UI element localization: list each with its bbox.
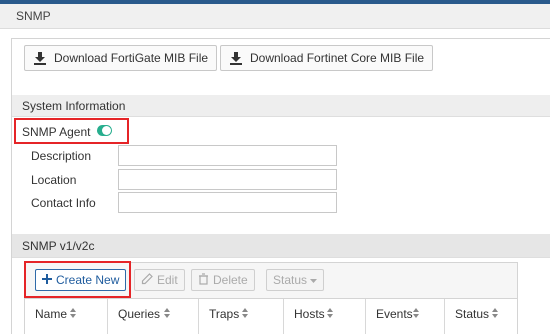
create-new-button[interactable]: Create New — [35, 269, 127, 291]
download-icon — [229, 51, 243, 65]
column-header-events[interactable]: Events — [366, 299, 445, 334]
snmp-agent-label: SNMP Agent — [22, 125, 91, 139]
system-information-section: System Information — [12, 95, 550, 117]
sort-icon — [413, 308, 420, 320]
download-fortigate-mib-label: Download FortiGate MIB File — [54, 51, 209, 65]
system-information-title: System Information — [22, 99, 126, 113]
create-new-label: Create New — [56, 273, 120, 287]
column-label: Status — [455, 307, 490, 321]
table-header: Name Queries Traps Hosts Events Status — [25, 298, 517, 334]
location-label: Location — [31, 173, 77, 187]
description-field[interactable] — [118, 145, 337, 166]
column-label: Name — [35, 307, 68, 321]
download-fortigate-mib-button[interactable]: Download FortiGate MIB File — [24, 45, 218, 71]
column-label: Queries — [118, 307, 161, 321]
sort-icon — [492, 308, 499, 320]
column-header-queries[interactable]: Queries — [108, 299, 199, 334]
sort-icon — [164, 308, 171, 320]
snmp-v1v2c-section: SNMP v1/v2c — [12, 234, 550, 258]
snmp-agent-toggle[interactable] — [97, 125, 112, 136]
trash-icon — [198, 272, 209, 288]
column-label: Events — [376, 307, 413, 321]
download-icon — [33, 51, 47, 65]
pencil-icon — [141, 272, 153, 288]
download-core-mib-button[interactable]: Download Fortinet Core MIB File — [220, 45, 434, 71]
edit-button[interactable]: Edit — [134, 269, 185, 291]
download-core-mib-label: Download Fortinet Core MIB File — [250, 51, 425, 65]
column-header-status[interactable]: Status — [445, 299, 517, 334]
snmp-v1v2c-title: SNMP v1/v2c — [22, 239, 95, 253]
sort-icon — [242, 308, 249, 320]
column-header-hosts[interactable]: Hosts — [284, 299, 366, 334]
location-field[interactable] — [118, 169, 337, 190]
page-title: SNMP — [16, 9, 51, 23]
sort-icon — [70, 308, 77, 320]
edit-label: Edit — [157, 273, 178, 287]
column-header-name[interactable]: Name — [25, 299, 108, 334]
description-label: Description — [31, 149, 92, 163]
sort-icon — [327, 308, 334, 320]
contact-info-field[interactable] — [118, 192, 337, 213]
plus-icon — [42, 273, 52, 287]
column-label: Hosts — [294, 307, 325, 321]
delete-button[interactable]: Delete — [191, 269, 255, 291]
toggle-knob — [102, 126, 111, 135]
status-dropdown-button[interactable]: Status — [266, 269, 325, 291]
contact-info-label: Contact Info — [31, 196, 96, 210]
status-dropdown-label: Status — [273, 273, 308, 287]
column-label: Traps — [209, 307, 240, 321]
delete-label: Delete — [213, 273, 248, 287]
column-header-traps[interactable]: Traps — [199, 299, 284, 334]
caret-down-icon — [310, 273, 318, 287]
page-header: SNMP — [0, 4, 550, 29]
